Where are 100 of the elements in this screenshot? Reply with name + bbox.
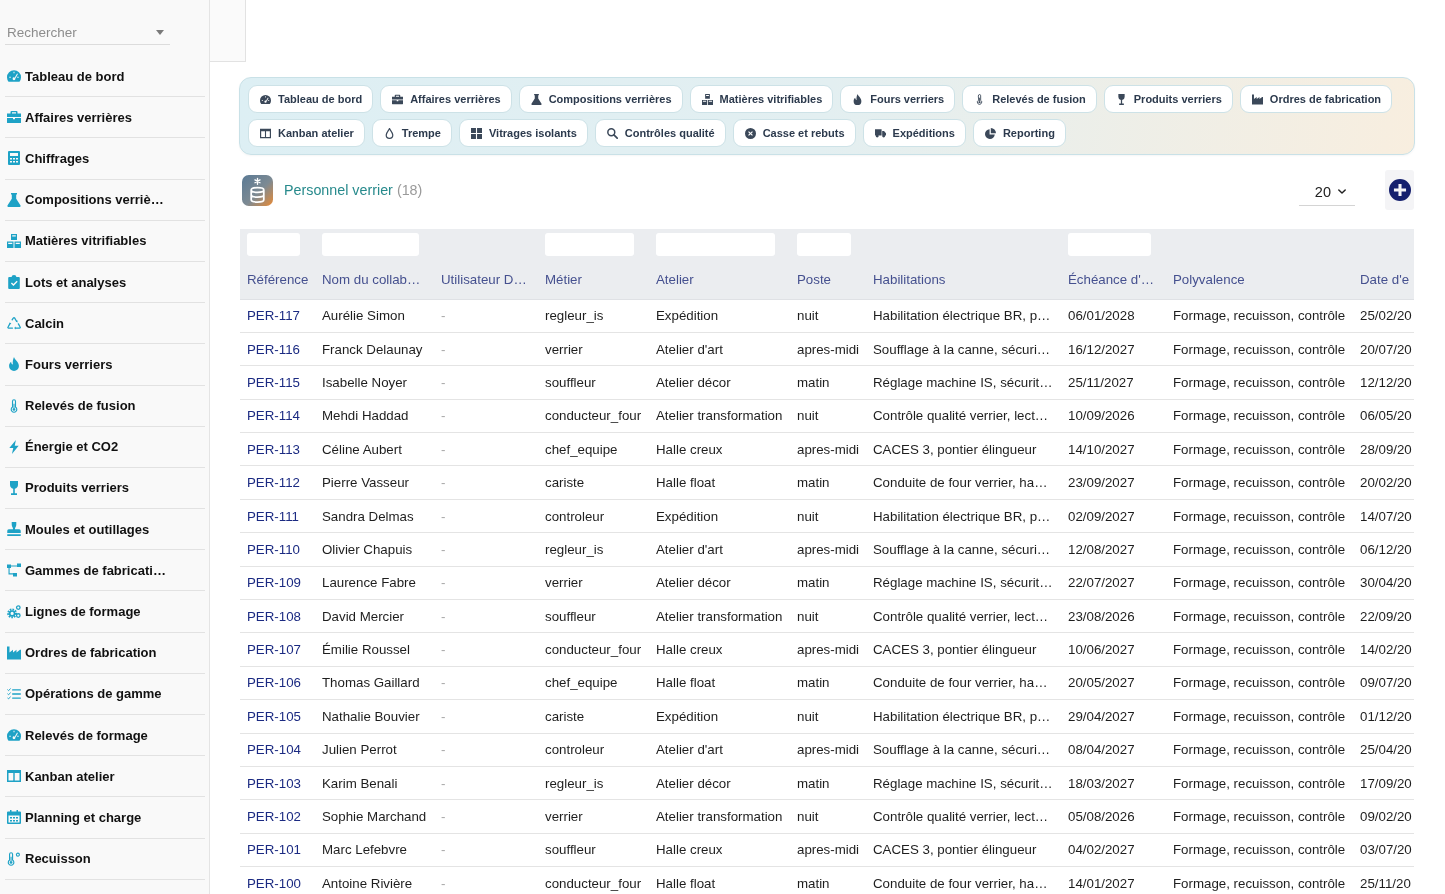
table-cell: regleur_is [538,299,649,333]
sidebar-item[interactable]: Produits verriers [5,467,205,510]
sidebar-item[interactable]: Fours verriers [5,344,205,386]
table-cell: matin [790,465,866,500]
sidebar-item[interactable]: Lots et analyses [5,261,205,304]
column-header[interactable]: Utilisateur D… [434,259,538,299]
column-header[interactable]: Atelier [649,259,790,299]
columns-icon [260,127,271,139]
sidebar-item[interactable]: Relevés de formage [5,715,205,757]
table-cell: 04/02/2027 [1061,833,1166,867]
record-link[interactable]: PER-100 [247,875,301,891]
table-cell: - [434,699,538,734]
record-link[interactable]: PER-115 [247,374,300,390]
sidebar-item[interactable]: Opérations de gamme [5,673,205,715]
column-header[interactable]: Nom du collab… [315,259,434,299]
shortcut-tab[interactable]: Ordres de fabrication [1239,85,1393,113]
table-cell: - [434,465,538,500]
table-cell: Franck Delaunay [315,332,434,366]
shortcut-tab[interactable]: Produits verriers [1103,85,1233,113]
record-link[interactable]: PER-110 [247,541,300,557]
sidebar-item[interactable]: Calcin [5,303,205,345]
record-link[interactable]: PER-116 [247,341,300,357]
shortcut-tab[interactable]: Vitrages isolants [458,119,588,147]
page-size-select[interactable]: 20 [1299,178,1355,206]
sidebar-item[interactable]: Ordres de fabrication [5,632,205,674]
briefcase-icon [7,110,21,125]
table-cell: David Mercier [315,599,434,633]
table-cell: 06/12/20 [1353,532,1414,567]
column-header[interactable]: Échéance d'… [1061,259,1166,299]
sidebar-item[interactable]: Chiffrages [5,138,205,180]
shortcut-tab[interactable]: Tableau de bord [248,85,374,113]
column-header[interactable]: Référence [240,259,315,299]
column-header[interactable]: Date d'e [1353,259,1414,299]
shortcut-tab[interactable]: Matières vitrifiables [689,85,834,113]
table-cell: verrier [538,332,649,366]
sidebar-item[interactable]: Lignes de formage [5,591,205,633]
add-button[interactable] [1385,170,1414,210]
shortcut-tab[interactable]: Contrôles qualité [594,119,726,147]
table-cell: Pierre Vasseur [315,465,434,500]
sidebar-item[interactable]: Énergie et CO2 [5,426,205,468]
sidebar-item[interactable]: Moules et outillages [5,509,205,551]
sidebar-item[interactable]: Planning et charge [5,797,205,839]
table-cell: Antoine Rivière [315,866,434,894]
table-cell: Contrôle qualité verrier, lect… [866,599,1061,633]
sidebar-item[interactable]: Tableau de bord [5,56,205,98]
table-cell: Formage, recuisson, contrôle [1166,599,1353,633]
record-link[interactable]: PER-111 [247,508,299,524]
shortcut-tab[interactable]: Casse et rebuts [732,119,856,147]
record-link[interactable]: PER-113 [247,441,300,457]
column-header[interactable]: Métier [538,259,649,299]
record-link[interactable]: PER-105 [247,708,301,724]
table-cell: Formage, recuisson, contrôle [1166,799,1353,834]
record-link[interactable]: PER-101 [247,842,301,858]
shortcut-tab[interactable]: Kanban atelier [248,119,365,147]
table-cell: matin [790,666,866,700]
table-cell: CACES 3, pontier élingueur [866,833,1061,867]
shortcut-tab[interactable]: Fours verriers [840,85,956,113]
table-cell: Mehdi Haddad [315,399,434,433]
record-link[interactable]: PER-103 [247,775,301,791]
record-link[interactable]: PER-114 [247,408,300,424]
shortcut-tab[interactable]: Relevés de fusion [962,85,1097,113]
table-cell: conducteur_four [538,866,649,894]
sidebar-item[interactable]: Recuisson [5,838,205,880]
table-cell: Isabelle Noyer [315,365,434,400]
table-cell: Formage, recuisson, contrôle [1166,432,1353,466]
shortcut-tab[interactable]: Trempe [371,119,452,147]
sidebar-item[interactable]: Matières vitrifiables [5,220,205,262]
record-link[interactable]: PER-112 [247,475,300,491]
record-link[interactable]: PER-109 [247,575,301,591]
search-field[interactable]: Rechercher [5,20,170,45]
shortcut-tab[interactable]: Compositions verrières [518,85,683,113]
table-cell: cariste [538,465,649,500]
table-cell: Olivier Chapuis [315,532,434,567]
sidebar-item[interactable]: Kanban atelier [5,756,205,798]
table-cell: 09/07/20 [1353,666,1414,700]
table-cell: 25/11/2027 [1061,365,1166,400]
table-cell: verrier [538,799,649,834]
table-cell: Réglage machine IS, sécurit… [866,566,1061,600]
record-link[interactable]: PER-108 [247,608,301,624]
record-link[interactable]: PER-107 [247,642,301,658]
record-link[interactable]: PER-104 [247,742,301,758]
record-link[interactable]: PER-117 [247,308,300,324]
sidebar-item[interactable]: Relevés de fusion [5,385,205,427]
column-header[interactable]: Habilitations [866,259,1061,299]
record-link[interactable]: PER-106 [247,675,301,691]
sidebar-item[interactable]: Gammes de fabricati… [5,550,205,592]
shortcut-tab[interactable]: Expéditions [862,119,966,147]
table-cell: 28/09/20 [1353,432,1414,466]
sidebar-item[interactable]: Compositions verriè… [5,179,205,221]
shortcut-tab[interactable]: Reporting [972,119,1066,147]
shortcut-tab[interactable]: Affaires verrières [380,85,512,113]
sidebar-item[interactable]: Affaires verrières [5,97,205,139]
table-cell: 01/12/20 [1353,699,1414,734]
column-header[interactable]: Polyvalence [1166,259,1353,299]
cylinder-logo-icon [242,174,273,206]
column-header[interactable]: Poste [790,259,866,299]
record-link[interactable]: PER-102 [247,809,301,825]
calendar-icon [7,810,21,825]
table-cell: Réglage machine IS, sécurit… [866,365,1061,400]
table-cell: - [434,365,538,400]
